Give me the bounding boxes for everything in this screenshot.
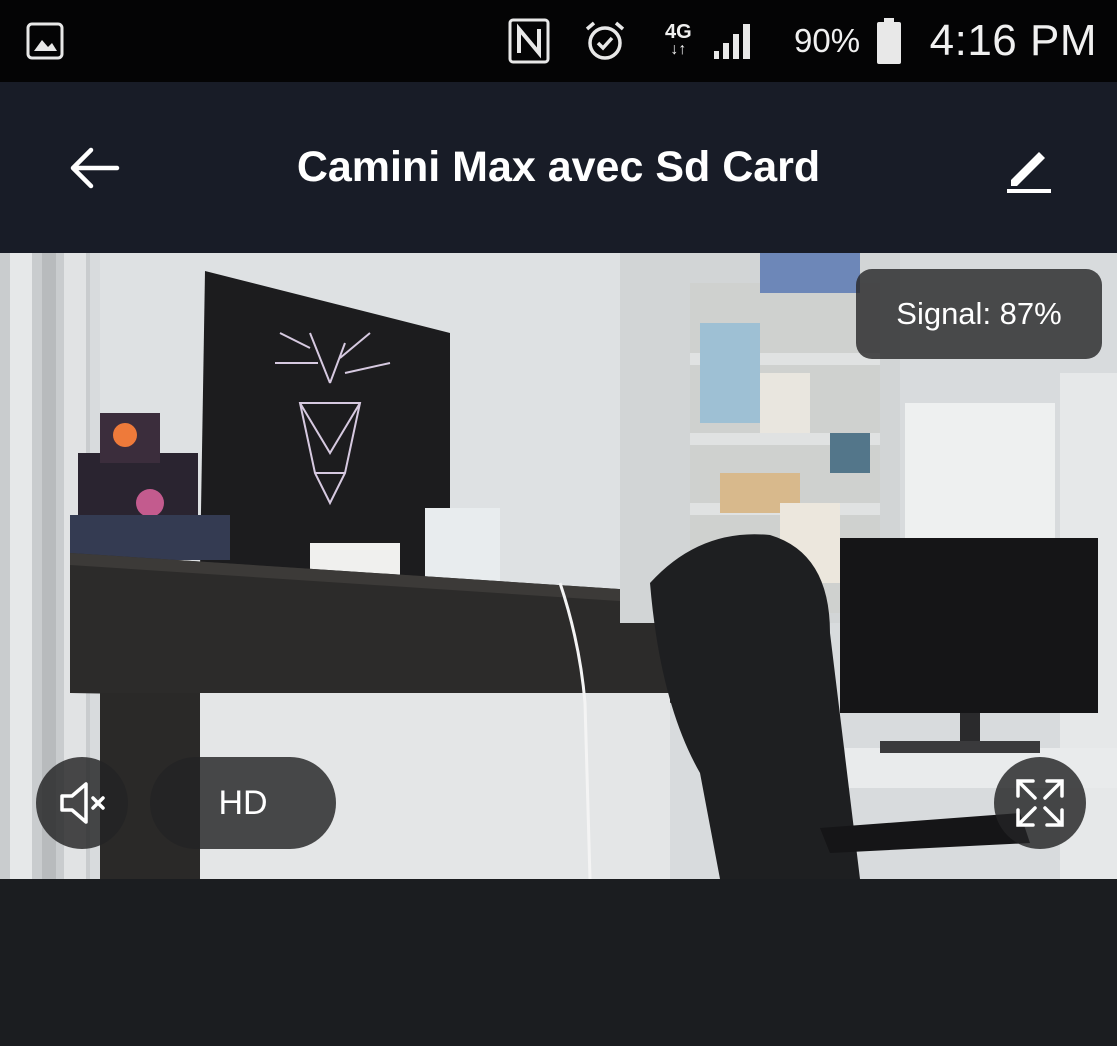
- nfc-icon: [508, 0, 550, 82]
- page-title: Camini Max avec Sd Card: [296, 143, 821, 191]
- battery-percent: 90%: [794, 22, 861, 59]
- signal-bars-icon: [712, 0, 758, 82]
- pencil-icon: [1007, 152, 1051, 193]
- clock: 4:16 PM: [929, 16, 1097, 65]
- fullscreen-button[interactable]: [994, 757, 1086, 849]
- image-icon: [26, 0, 64, 82]
- status-bar: 4G ↓↑ 90% 4:16 PM: [0, 0, 1117, 82]
- network-4g-icon: 4G ↓↑: [665, 21, 692, 58]
- app-header: Camini Max avec Sd Card: [0, 82, 1117, 253]
- alarm-icon: [583, 0, 627, 82]
- signal-strength-badge: Signal: 87%: [856, 269, 1102, 359]
- quality-toggle-button[interactable]: HD: [150, 757, 336, 849]
- back-button[interactable]: [58, 132, 130, 204]
- camera-live-view[interactable]: Signal: 87% HD: [0, 253, 1117, 879]
- edit-button[interactable]: [993, 132, 1065, 204]
- arrow-left-icon: [70, 147, 120, 189]
- network-type: 4G: [665, 21, 692, 43]
- fullscreen-icon: [1016, 779, 1064, 827]
- speaker-muted-icon: [60, 782, 105, 824]
- controls-area: [0, 879, 1117, 1046]
- battery-icon: [876, 0, 902, 82]
- mute-button[interactable]: [36, 757, 128, 849]
